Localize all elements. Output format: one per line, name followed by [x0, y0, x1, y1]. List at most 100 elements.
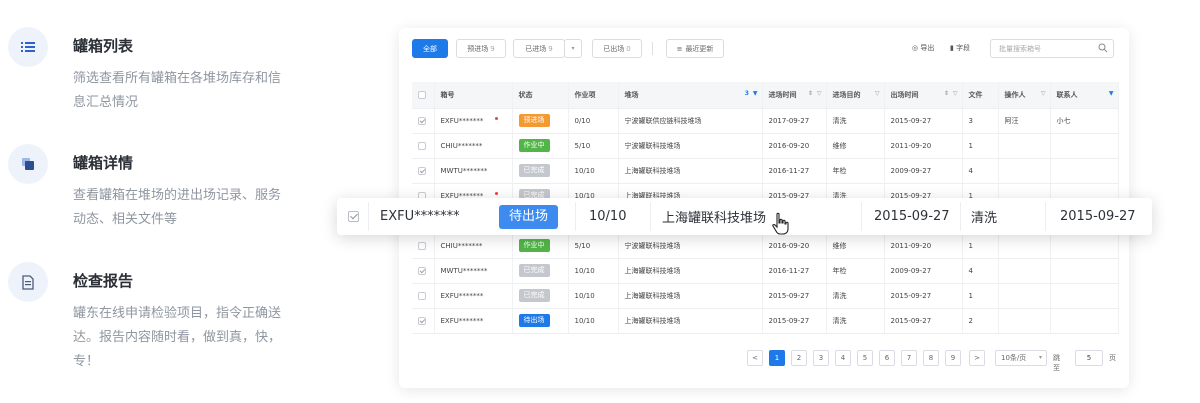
fields-label: 字段 — [956, 44, 971, 52]
table-row[interactable]: EXFU******* 已完成 10/10 上海罐联科技堆场 2015-09-27 清洗 2… — [412, 283, 1119, 309]
header-yard[interactable]: 堆场 ▼ 3 — [618, 82, 763, 109]
page-button[interactable]: 1 — [769, 350, 785, 366]
files-cell: 3 — [962, 108, 999, 134]
export-button[interactable]: ◎ 导出 — [912, 43, 934, 53]
files-cell: 4 — [962, 258, 999, 284]
table-header-row: 箱号 状态 作业项 堆场 ▼ 3 进场时间 ▽ ⇕ 进场目的 ▽ 出场时间 ▽ … — [412, 82, 1119, 109]
cell-divider — [368, 202, 369, 231]
select-all-checkbox[interactable] — [418, 90, 426, 99]
tab-dropdown-button[interactable]: ▾ — [564, 39, 582, 58]
tab-pre-entry[interactable]: 预进场 9 — [456, 39, 506, 58]
row-checkbox[interactable] — [418, 291, 426, 300]
row-checkbox-cell[interactable] — [348, 198, 359, 235]
prev-page-button[interactable]: < — [747, 350, 763, 366]
row-checkbox[interactable] — [418, 241, 426, 250]
export-icon: ◎ — [912, 44, 919, 52]
operator-cell — [998, 258, 1051, 284]
table-row[interactable]: MWTU******* 已完成 10/10 上海罐联科技堆场 2016-11-27 年检 2… — [412, 258, 1119, 284]
box-number: CHIU******* — [440, 241, 483, 250]
jump-unit: 页 — [1109, 354, 1116, 362]
purpose-cell: 清洗 — [826, 108, 885, 134]
header-in-time[interactable]: 进场时间 ▽ ⇕ — [762, 82, 827, 109]
out-time-cell: 2009-09-27 — [884, 158, 963, 184]
row-checkbox-cell[interactable] — [412, 233, 435, 259]
tab-count: 0 — [626, 44, 631, 53]
tab-label: 已进场 — [525, 44, 547, 53]
feature-title: 罐箱详情 — [73, 154, 134, 172]
filter-icon[interactable]: ▽ — [817, 90, 822, 97]
header-contact[interactable]: 联系人 ▼ — [1050, 82, 1119, 109]
status-cell: 作业中 — [512, 133, 569, 159]
row-checkbox[interactable] — [418, 266, 426, 275]
row-checkbox-cell[interactable] — [412, 283, 435, 309]
filter-icon[interactable]: ▽ — [953, 90, 958, 97]
row-checkbox-cell[interactable] — [412, 308, 435, 334]
header-purpose[interactable]: 进场目的 ▽ — [826, 82, 885, 109]
search-icon[interactable] — [1098, 43, 1108, 53]
sort-icon[interactable]: ⇕ — [808, 90, 813, 97]
header-operator[interactable]: 操作人 ▽ — [998, 82, 1051, 109]
highlighted-table-row[interactable]: EXFU******* 待出场 10/10 上海罐联科技堆场 2015-09-2… — [337, 198, 1152, 235]
header-out-time[interactable]: 出场时间 ▽ ⇕ — [884, 82, 963, 109]
page-button[interactable]: 3 — [813, 350, 829, 366]
row-checkbox[interactable] — [418, 316, 426, 325]
header-out-time-label: 出场时间 — [890, 90, 919, 99]
yard-cell: 上海罐联科技堆场 — [618, 308, 763, 334]
operator-cell — [998, 158, 1051, 184]
select-all-cell[interactable] — [412, 82, 435, 109]
job-cell: 10/10 — [568, 308, 619, 334]
row-checkbox[interactable] — [418, 166, 426, 175]
table-row[interactable]: EXFU******* 待出场 10/10 上海罐联科技堆场 2015-09-27 清洗 2… — [412, 308, 1119, 334]
page-button[interactable]: 4 — [835, 350, 851, 366]
page-button[interactable]: 5 — [857, 350, 873, 366]
filter-icon[interactable]: ▼ — [1109, 90, 1114, 97]
row-checkbox-cell[interactable] — [412, 108, 435, 134]
tab-entered[interactable]: 已进场 9 — [513, 39, 565, 58]
row-checkbox[interactable] — [348, 211, 359, 222]
page-button[interactable]: 8 — [923, 350, 939, 366]
row-checkbox-cell[interactable] — [412, 133, 435, 159]
cell-divider — [1045, 202, 1046, 231]
next-page-button[interactable]: > — [969, 350, 985, 366]
row-checkbox-cell[interactable] — [412, 258, 435, 284]
box-number: EXFU******* — [380, 209, 460, 224]
out-time-cell: 2011-09-20 — [884, 233, 963, 259]
status-badge: 作业中 — [518, 239, 550, 252]
purpose-cell: 年检 — [826, 158, 885, 184]
table-row[interactable]: EXFU******* 预进场 0/10 宁波罐联供应链科技堆场 2017-09-27 清… — [412, 108, 1119, 134]
operator-cell: 阿汪 — [998, 108, 1051, 134]
box-number: EXFU******* — [440, 116, 484, 125]
filter-icon[interactable]: ▼ — [753, 90, 758, 97]
page-button[interactable]: 2 — [791, 350, 807, 366]
chevron-down-icon: ▾ — [1038, 354, 1042, 361]
fields-button[interactable]: ▮ 字段 — [950, 43, 970, 53]
yard-cell: 上海罐联科技堆场 — [618, 258, 763, 284]
page-button[interactable]: 6 — [879, 350, 895, 366]
tab-exited[interactable]: 已出场 0 — [592, 39, 642, 58]
purpose-cell: 年检 — [826, 258, 885, 284]
recent-update-button[interactable]: ≡ 最近更新 — [666, 39, 724, 58]
sort-icon[interactable]: ⇕ — [944, 90, 949, 97]
job-cell: 0/10 — [568, 108, 619, 134]
header-box-no: 箱号 — [434, 82, 513, 109]
table-row[interactable]: CHIU******* 作业中 5/10 宁波罐联科技堆场 2016-09-20 维修 20… — [412, 133, 1119, 159]
row-checkbox[interactable] — [418, 141, 426, 150]
status-badge: 已完成 — [518, 289, 550, 302]
table-row[interactable]: CHIU******* 作业中 5/10 宁波罐联科技堆场 2016-09-20 维修 20… — [412, 233, 1119, 259]
row-checkbox[interactable] — [418, 116, 426, 125]
page-button[interactable]: 9 — [945, 350, 961, 366]
filter-icon[interactable]: ▽ — [1041, 90, 1046, 97]
search-input[interactable]: 批量搜索箱号 — [990, 39, 1114, 58]
purpose-cell: 清洗 — [826, 283, 885, 309]
row-checkbox-cell[interactable] — [412, 158, 435, 184]
page-size-select[interactable]: 10条/页 ▾ — [995, 350, 1047, 366]
status-badge: 预进场 — [518, 114, 550, 127]
tab-all[interactable]: 全部 — [412, 39, 448, 58]
filter-icon[interactable]: ▽ — [875, 90, 880, 97]
jump-page-input[interactable]: 5 — [1075, 350, 1103, 366]
header-job: 作业项 — [568, 82, 619, 109]
out-time-cell: 2015-09-27 — [884, 308, 963, 334]
page-button[interactable]: 7 — [901, 350, 917, 366]
table-row[interactable]: MWTU******* 已完成 10/10 上海罐联科技堆场 2016-11-27 年检 2… — [412, 158, 1119, 184]
hand-cursor-icon — [772, 212, 789, 235]
